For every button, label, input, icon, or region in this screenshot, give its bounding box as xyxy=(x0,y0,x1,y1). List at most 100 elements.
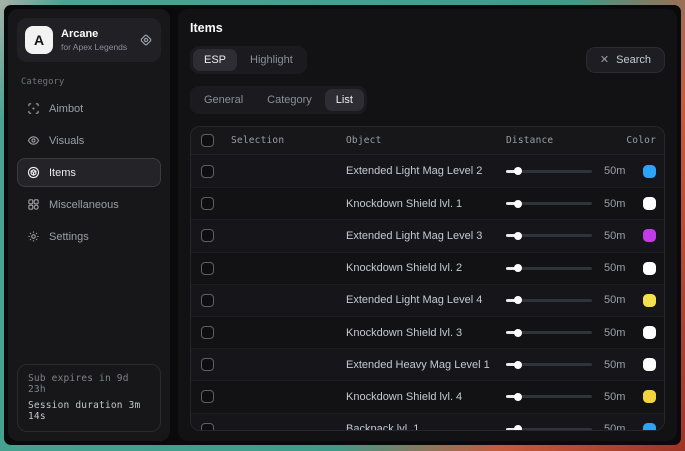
color-swatch[interactable] xyxy=(643,326,656,339)
row-checkbox[interactable] xyxy=(201,294,214,307)
distance-slider[interactable] xyxy=(506,428,592,431)
app-title: Arcane xyxy=(61,28,131,40)
logo-text: Arcane for Apex Legends xyxy=(61,28,131,52)
main-panel: Items ESP Highlight ✕ Search General Cat… xyxy=(178,9,677,441)
distance-slider[interactable] xyxy=(506,395,592,398)
table-row: Extended Light Mag Level 4 50m xyxy=(191,284,664,316)
search-button-label: Search xyxy=(616,54,651,66)
color-swatch[interactable] xyxy=(643,262,656,275)
logo-card: A Arcane for Apex Legends xyxy=(17,18,161,62)
sidebar-item-settings[interactable]: Settings xyxy=(17,222,161,251)
column-header-distance: Distance xyxy=(506,135,636,146)
sidebar-item-visuals[interactable]: Visuals xyxy=(17,126,161,155)
distance-slider[interactable] xyxy=(506,363,592,366)
sidebar-item-items[interactable]: Items xyxy=(17,158,161,187)
diamond-badge-icon[interactable] xyxy=(139,33,153,47)
distance-value: 50m xyxy=(604,198,632,210)
package-icon xyxy=(27,166,40,179)
sidebar-item-label: Miscellaneous xyxy=(49,199,119,211)
select-all-checkbox[interactable] xyxy=(201,134,214,147)
sidebar-item-miscellaneous[interactable]: Miscellaneous xyxy=(17,190,161,219)
color-swatch[interactable] xyxy=(643,390,656,403)
distance-value: 50m xyxy=(604,230,632,242)
row-checkbox[interactable] xyxy=(201,229,214,242)
distance-slider[interactable] xyxy=(506,331,592,334)
table-header: Selection Object Distance Color xyxy=(191,127,664,155)
row-checkbox[interactable] xyxy=(201,262,214,275)
distance-slider[interactable] xyxy=(506,267,592,270)
distance-cell: 50m xyxy=(506,359,636,371)
x-icon: ✕ xyxy=(600,55,609,66)
row-checkbox[interactable] xyxy=(201,423,214,431)
table-row: Extended Heavy Mag Level 1 50m xyxy=(191,348,664,380)
slider-handle[interactable] xyxy=(514,264,522,272)
mode-segment-control: ESP Highlight xyxy=(190,46,307,74)
color-swatch[interactable] xyxy=(643,423,656,431)
distance-value: 50m xyxy=(604,262,632,274)
distance-slider[interactable] xyxy=(506,202,592,205)
distance-value: 50m xyxy=(604,294,632,306)
color-swatch[interactable] xyxy=(643,358,656,371)
tab-list[interactable]: List xyxy=(325,89,364,111)
controls-row: ESP Highlight ✕ Search xyxy=(190,46,665,74)
table-body: Extended Light Mag Level 2 50m xyxy=(191,155,664,431)
color-swatch[interactable] xyxy=(643,165,656,178)
distance-cell: 50m xyxy=(506,198,636,210)
color-swatch[interactable] xyxy=(643,229,656,242)
distance-value: 50m xyxy=(604,423,632,431)
distance-slider[interactable] xyxy=(506,299,592,302)
object-name: Backpack lvl. 1 xyxy=(346,423,506,431)
table-row: Extended Light Mag Level 3 50m xyxy=(191,219,664,251)
object-name: Extended Heavy Mag Level 1 xyxy=(346,359,506,371)
row-checkbox[interactable] xyxy=(201,326,214,339)
sub-expiry-text: Sub expires in 9d 23h xyxy=(28,373,150,395)
table-row: Knockdown Shield lvl. 1 50m xyxy=(191,187,664,219)
tab-category[interactable]: Category xyxy=(256,89,323,111)
slider-handle[interactable] xyxy=(514,329,522,337)
distance-cell: 50m xyxy=(506,230,636,242)
row-checkbox[interactable] xyxy=(201,165,214,178)
tab-highlight[interactable]: Highlight xyxy=(239,49,304,71)
row-checkbox[interactable] xyxy=(201,197,214,210)
color-swatch[interactable] xyxy=(643,197,656,210)
distance-cell: 50m xyxy=(506,327,636,339)
slider-handle[interactable] xyxy=(514,361,522,369)
distance-slider[interactable] xyxy=(506,170,592,173)
distance-slider[interactable] xyxy=(506,234,592,237)
object-name: Extended Light Mag Level 2 xyxy=(346,165,506,177)
object-name: Knockdown Shield lvl. 4 xyxy=(346,391,506,403)
slider-handle[interactable] xyxy=(514,200,522,208)
crosshair-icon xyxy=(27,102,40,115)
distance-value: 50m xyxy=(604,327,632,339)
distance-value: 50m xyxy=(604,391,632,403)
tab-esp[interactable]: ESP xyxy=(193,49,237,71)
object-name: Extended Light Mag Level 3 xyxy=(346,230,506,242)
app-subtitle: for Apex Legends xyxy=(61,42,131,52)
table-row: Knockdown Shield lvl. 3 50m xyxy=(191,316,664,348)
distance-cell: 50m xyxy=(506,294,636,306)
grid-icon xyxy=(27,198,40,211)
column-header-object: Object xyxy=(346,135,506,146)
object-name: Knockdown Shield lvl. 2 xyxy=(346,262,506,274)
column-header-color: Color xyxy=(626,135,656,146)
distance-cell: 50m xyxy=(506,165,636,177)
sidebar-item-label: Aimbot xyxy=(49,103,83,115)
slider-handle[interactable] xyxy=(514,296,522,304)
sidebar-item-aimbot[interactable]: Aimbot xyxy=(17,94,161,123)
session-duration-text: Session duration 3m 14s xyxy=(28,400,150,422)
column-header-selection: Selection xyxy=(231,135,346,146)
color-swatch[interactable] xyxy=(643,294,656,307)
row-checkbox[interactable] xyxy=(201,358,214,371)
slider-handle[interactable] xyxy=(514,232,522,240)
slider-handle[interactable] xyxy=(514,167,522,175)
slider-handle[interactable] xyxy=(514,425,522,431)
tab-general[interactable]: General xyxy=(193,89,254,111)
sidebar-item-label: Visuals xyxy=(49,135,84,147)
search-button[interactable]: ✕ Search xyxy=(586,47,665,73)
app-window: A Arcane for Apex Legends Category Aimbo xyxy=(4,5,681,445)
sidebar-item-label: Settings xyxy=(49,231,89,243)
row-checkbox[interactable] xyxy=(201,390,214,403)
table-row: Knockdown Shield lvl. 2 50m xyxy=(191,252,664,284)
slider-handle[interactable] xyxy=(514,393,522,401)
table-row: Knockdown Shield lvl. 4 50m xyxy=(191,380,664,412)
